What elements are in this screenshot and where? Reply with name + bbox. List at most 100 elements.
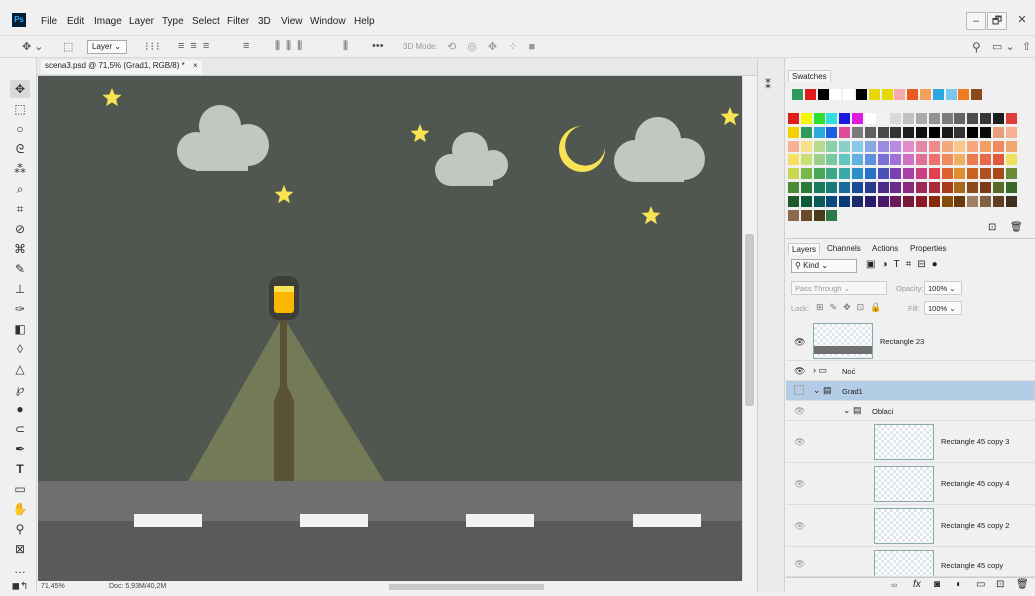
document-tab[interactable]: scena3.psd @ 71,5% (Grad1, RGB/8) * × <box>41 60 202 74</box>
recent-swatch[interactable] <box>945 89 957 100</box>
layer-row[interactable]: 👁 Rectangle 45 copy <box>786 547 1035 577</box>
align-vertical-icons[interactable]: ⫼⫼⫼ <box>275 40 308 53</box>
recent-swatch[interactable] <box>932 89 944 100</box>
marquee-tool-icon[interactable]: ⬚ <box>10 100 30 118</box>
recent-swatch[interactable] <box>804 89 816 100</box>
close-button[interactable]: ✕ <box>1012 12 1032 30</box>
color-swatch[interactable] <box>800 154 812 166</box>
color-swatch[interactable] <box>852 195 863 207</box>
color-swatch[interactable] <box>1005 195 1017 207</box>
color-swatch[interactable] <box>877 126 889 138</box>
color-swatch[interactable] <box>864 168 876 180</box>
color-swatch[interactable] <box>877 182 889 193</box>
color-swatch[interactable] <box>826 168 838 180</box>
color-swatch[interactable] <box>903 126 915 138</box>
3d-mode-icons[interactable]: ⟲ ◎ ✥ ⁘ ■ <box>447 40 539 53</box>
color-swatch[interactable] <box>800 209 812 221</box>
crop-tool-icon[interactable]: ⌗ <box>10 200 30 218</box>
more-options-button[interactable]: ••• <box>372 40 384 52</box>
color-swatch[interactable] <box>967 168 979 180</box>
color-swatch[interactable] <box>852 154 863 166</box>
gradient-tool-icon[interactable]: ◧ <box>10 320 30 338</box>
color-swatch[interactable] <box>890 168 902 180</box>
color-swatch[interactable] <box>928 195 940 207</box>
color-swatch[interactable] <box>864 140 876 152</box>
color-swatch[interactable] <box>980 182 991 193</box>
menu-3d[interactable]: 3D <box>258 16 271 27</box>
auto-select-dropdown[interactable]: Layer ⌄ <box>87 40 127 54</box>
eye-icon[interactable]: 👁 <box>794 406 805 417</box>
zoom-level[interactable]: 71,45% <box>41 583 65 590</box>
scrollbar-thumb[interactable] <box>745 234 754 406</box>
recent-swatch[interactable] <box>843 89 855 100</box>
close-tab-icon[interactable]: × <box>193 61 198 70</box>
color-swatch[interactable] <box>980 113 991 124</box>
color-swatch[interactable] <box>826 154 838 166</box>
color-swatch[interactable] <box>813 113 825 124</box>
opacity-field[interactable]: 100% ⌄ <box>924 281 962 295</box>
menu-help[interactable]: Help <box>354 16 375 27</box>
color-swatch[interactable] <box>1005 182 1017 193</box>
color-swatch[interactable] <box>954 154 966 166</box>
color-swatch[interactable] <box>928 154 940 166</box>
color-swatch[interactable] <box>941 154 953 166</box>
hand-tool-icon[interactable]: ✋ <box>10 500 30 518</box>
move-tool-icon[interactable]: ✥ ⌄ <box>22 40 44 53</box>
color-swatch[interactable] <box>967 113 979 124</box>
color-swatch[interactable] <box>954 140 966 152</box>
transform-controls-icon[interactable]: ⁝⁝⁝ <box>145 40 162 53</box>
color-swatch[interactable] <box>788 195 799 207</box>
color-swatch[interactable] <box>839 113 851 124</box>
color-swatch[interactable] <box>800 195 812 207</box>
color-swatch[interactable] <box>903 195 915 207</box>
color-swatch[interactable] <box>941 182 953 193</box>
color-swatch[interactable] <box>813 140 825 152</box>
color-swatch[interactable] <box>877 113 889 124</box>
recent-swatch[interactable] <box>868 89 880 100</box>
color-swatch[interactable] <box>954 113 966 124</box>
mask-icon[interactable]: ◙ <box>934 579 940 590</box>
color-swatch[interactable] <box>992 182 1004 193</box>
color-swatch[interactable] <box>877 140 889 152</box>
color-swatch[interactable] <box>839 126 851 138</box>
layer-filter-dropdown[interactable]: ⚲ Kind ⌄ <box>791 259 857 273</box>
ellipse-marquee-icon[interactable]: ○ <box>10 120 30 138</box>
color-swatch[interactable] <box>992 140 1004 152</box>
new-layer-icon[interactable]: ⊡ <box>996 579 1004 590</box>
color-swatch[interactable] <box>800 168 812 180</box>
adjustment-icon[interactable]: ◐ <box>956 579 962 590</box>
magic-wand-icon[interactable]: ⁂ <box>10 160 30 178</box>
layer-row[interactable]: 👁 Rectangle 45 copy 4 <box>786 463 1035 505</box>
sharpen-tool-icon[interactable]: △ <box>10 360 30 378</box>
color-swatch[interactable] <box>864 113 876 124</box>
color-swatch[interactable] <box>916 113 927 124</box>
recent-swatch[interactable] <box>958 89 970 100</box>
layer-row[interactable]: 👁 Rectangle 45 copy 3 <box>786 421 1035 463</box>
color-swatch[interactable] <box>903 154 915 166</box>
frame-tool-icon[interactable]: ⊠ <box>10 540 30 558</box>
color-swatch[interactable] <box>826 140 838 152</box>
color-swatch[interactable] <box>954 168 966 180</box>
color-swatch[interactable] <box>992 195 1004 207</box>
document-canvas[interactable] <box>38 76 742 581</box>
rectangle-tool-icon[interactable]: ▭ <box>10 480 30 498</box>
color-swatch[interactable] <box>928 140 940 152</box>
color-swatch[interactable] <box>864 126 876 138</box>
color-swatch[interactable] <box>992 126 1004 138</box>
recent-swatch[interactable] <box>920 89 931 100</box>
tab-channels[interactable]: Channels <box>824 243 864 254</box>
new-swatch-icon[interactable]: ⊡ <box>988 222 996 233</box>
blur-tool-icon[interactable]: ◊ <box>10 340 30 358</box>
recent-swatch[interactable] <box>971 89 983 100</box>
color-swatch[interactable] <box>839 195 851 207</box>
color-swatch[interactable] <box>890 140 902 152</box>
color-swatch[interactable] <box>813 168 825 180</box>
color-swatch[interactable] <box>1005 113 1017 124</box>
share-icon[interactable]: ⇧ <box>1022 40 1031 53</box>
color-swatch[interactable] <box>826 182 838 193</box>
color-swatch[interactable] <box>813 195 825 207</box>
healing-brush-icon[interactable]: ⌘ <box>10 240 30 258</box>
zoom-tool-icon[interactable]: ⚲ <box>10 520 30 538</box>
recent-swatch[interactable] <box>817 89 829 100</box>
color-swatch[interactable] <box>928 126 940 138</box>
